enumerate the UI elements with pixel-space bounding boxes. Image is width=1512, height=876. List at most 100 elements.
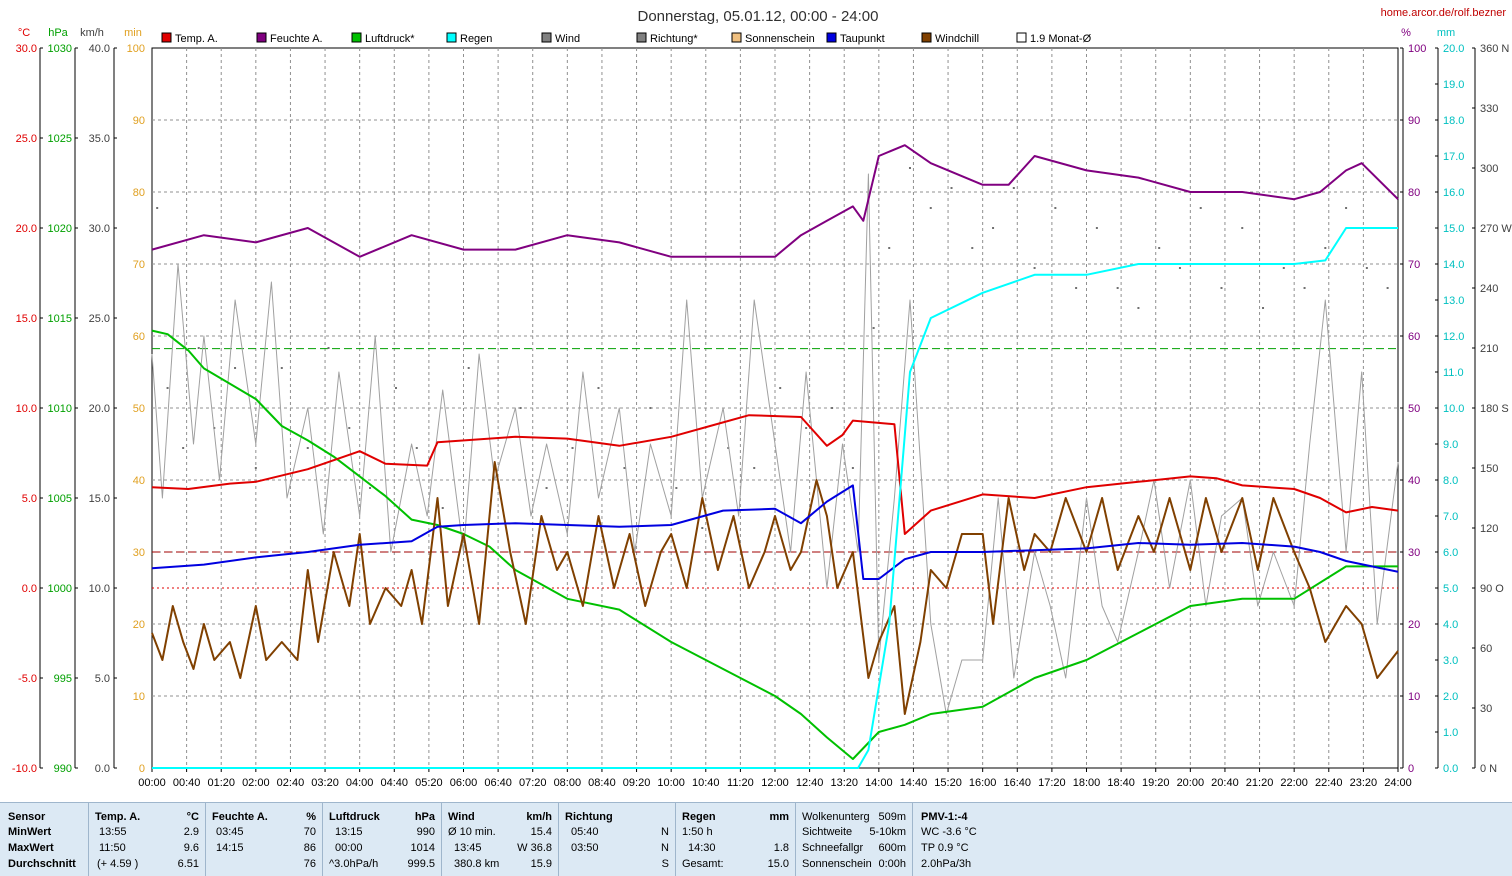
- x-tick-label: 09:20: [623, 777, 651, 789]
- legend-swatch: [256, 32, 267, 43]
- wind-tick-label: 25.0: [89, 313, 110, 325]
- stats-row-min-label: MinWert: [8, 826, 52, 838]
- sun-tick-label: 100: [127, 43, 145, 55]
- press-tick-label: 1020: [48, 223, 72, 235]
- stats-wind-avg-value: 15.9: [530, 858, 552, 870]
- stats-col-temp: Temp. A. °C 13:55 2.9 11:50 9.6 (+ 4.59 …: [89, 803, 206, 876]
- legend-label: Windchill: [935, 33, 979, 45]
- stats-wind-min-value: 15.4: [530, 826, 552, 838]
- stats-col-extra: Wolkenunterg 509m Sichtweite 5-10km Schn…: [796, 803, 913, 876]
- wind-tick-label: 15.0: [89, 493, 110, 505]
- x-tick-label: 22:00: [1280, 777, 1308, 789]
- temp-tick-label: 25.0: [16, 133, 37, 145]
- temp-tick-label: -10.0: [12, 763, 37, 775]
- press-tick-label: 1030: [48, 43, 72, 55]
- stats-rain-header: Regen: [682, 811, 716, 823]
- wind-direction-point: [395, 387, 398, 389]
- wind-direction-point: [1137, 307, 1140, 309]
- wind-direction-point: [571, 447, 574, 449]
- stats-col-rain: Regen mm 1:50 h 14:30 1.8 Gesamt: 15.0: [676, 803, 796, 876]
- x-tick-label: 17:20: [1038, 777, 1066, 789]
- x-tick-label: 23:20: [1350, 777, 1378, 789]
- wind-direction-point: [1095, 227, 1098, 229]
- hum-tick-label: 60: [1408, 331, 1420, 343]
- stats-press-avg-value: 999.5: [407, 858, 435, 870]
- wind-direction-point: [280, 367, 283, 369]
- stats-snowline-label: Schneefallgr: [802, 842, 864, 854]
- wind-direction-point: [649, 407, 652, 409]
- x-tick-label: 06:40: [484, 777, 512, 789]
- hum-tick-label: 40: [1408, 475, 1420, 487]
- wind-direction-point: [348, 427, 351, 429]
- legend-label: Wind: [555, 33, 580, 45]
- wind-direction-point: [992, 227, 995, 229]
- stats-dir-avg-value: S: [661, 858, 669, 870]
- stats-row-avg-label: Durchschnitt: [8, 858, 76, 870]
- x-tick-label: 12:40: [796, 777, 824, 789]
- x-tick-label: 14:40: [900, 777, 928, 789]
- rain-tick-label: 20.0: [1443, 43, 1464, 55]
- stats-hum-header: Feuchte A.: [212, 811, 268, 823]
- wind-direction-point: [950, 187, 953, 189]
- chart-grid: 00:00 00:40 01:20 02:00 02:40 03:20 04:00 04:40…: [138, 47, 1412, 789]
- wind-direction-point: [701, 527, 704, 529]
- x-tick-label: 07:20: [519, 777, 547, 789]
- hum-tick-label: 30: [1408, 547, 1420, 559]
- press-tick-label: 1005: [48, 493, 72, 505]
- hum-tick-label: 100: [1408, 43, 1426, 55]
- x-tick-label: 08:00: [554, 777, 582, 789]
- stats-col-press: Luftdruck hPa 13:15 990 00:00 1014 ^3.0h…: [323, 803, 442, 876]
- wind-direction-point: [1012, 187, 1015, 189]
- legend-swatch: [1016, 32, 1027, 43]
- legend-label: Taupunkt: [840, 33, 885, 45]
- sun-tick-label: 30: [133, 547, 145, 559]
- x-tick-label: 04:40: [381, 777, 409, 789]
- stats-rain-max-value: 1.8: [773, 842, 789, 854]
- x-tick-label: 10:00: [657, 777, 685, 789]
- stats-hum-max-value: 86: [303, 842, 316, 854]
- x-tick-label: 08:40: [588, 777, 616, 789]
- legend-swatch: [161, 32, 172, 43]
- stats-press-header: Luftdruck: [329, 811, 380, 823]
- temp-tick-label: 0.0: [22, 583, 37, 595]
- wind-direction-point: [1282, 267, 1285, 269]
- dir-tick-label: 330: [1480, 103, 1498, 115]
- rain-tick-label: 8.0: [1443, 475, 1458, 487]
- rain-tick-label: 2.0: [1443, 691, 1458, 703]
- x-tick-label: 05:20: [415, 777, 443, 789]
- x-tick-label: 18:00: [1073, 777, 1101, 789]
- dir-tick-label: 270 W: [1480, 223, 1512, 235]
- rain-tick-label: 1.0: [1443, 727, 1458, 739]
- wind-direction-point: [1075, 287, 1078, 289]
- sun-tick-label: 70: [133, 259, 145, 271]
- unit-press: hPa: [48, 27, 68, 39]
- stats-press-unit: hPa: [414, 811, 435, 823]
- site-url[interactable]: home.arcor.de/rolf.bezner: [1381, 7, 1507, 19]
- stats-wind-unit: km/h: [526, 811, 552, 823]
- press-tick-label: 995: [54, 673, 72, 685]
- hum-tick-label: 70: [1408, 259, 1420, 271]
- x-tick-label: 04:00: [346, 777, 374, 789]
- wind-direction-point: [1199, 207, 1202, 209]
- legend-swatch: [921, 32, 932, 43]
- x-tick-label: 20:00: [1177, 777, 1205, 789]
- stats-wind-distance: 380.8 km: [454, 858, 500, 870]
- rain-tick-label: 19.0: [1443, 79, 1464, 91]
- rain-tick-label: 6.0: [1443, 547, 1458, 559]
- sun-tick-label: 50: [133, 403, 145, 415]
- wind-direction-point: [623, 467, 626, 469]
- wind-direction-point: [929, 207, 932, 209]
- hum-tick-label: 10: [1408, 691, 1420, 703]
- legend-label: Sonnenschein: [745, 33, 815, 45]
- stats-press-trend: ^3.0hPa/h: [329, 858, 379, 870]
- stats-press-max-value: 1014: [410, 842, 435, 854]
- dir-tick-label: 240: [1480, 283, 1498, 295]
- stats-temp-max-value: 9.6: [183, 842, 199, 854]
- x-tick-label: 00:40: [173, 777, 201, 789]
- dir-tick-label: 60: [1480, 643, 1492, 655]
- x-tick-label: 18:40: [1107, 777, 1135, 789]
- x-tick-label: 00:00: [138, 777, 166, 789]
- stats-wind-max-time: 13:45: [454, 842, 482, 854]
- wind-direction-point: [156, 207, 159, 209]
- rain-tick-label: 15.0: [1443, 223, 1464, 235]
